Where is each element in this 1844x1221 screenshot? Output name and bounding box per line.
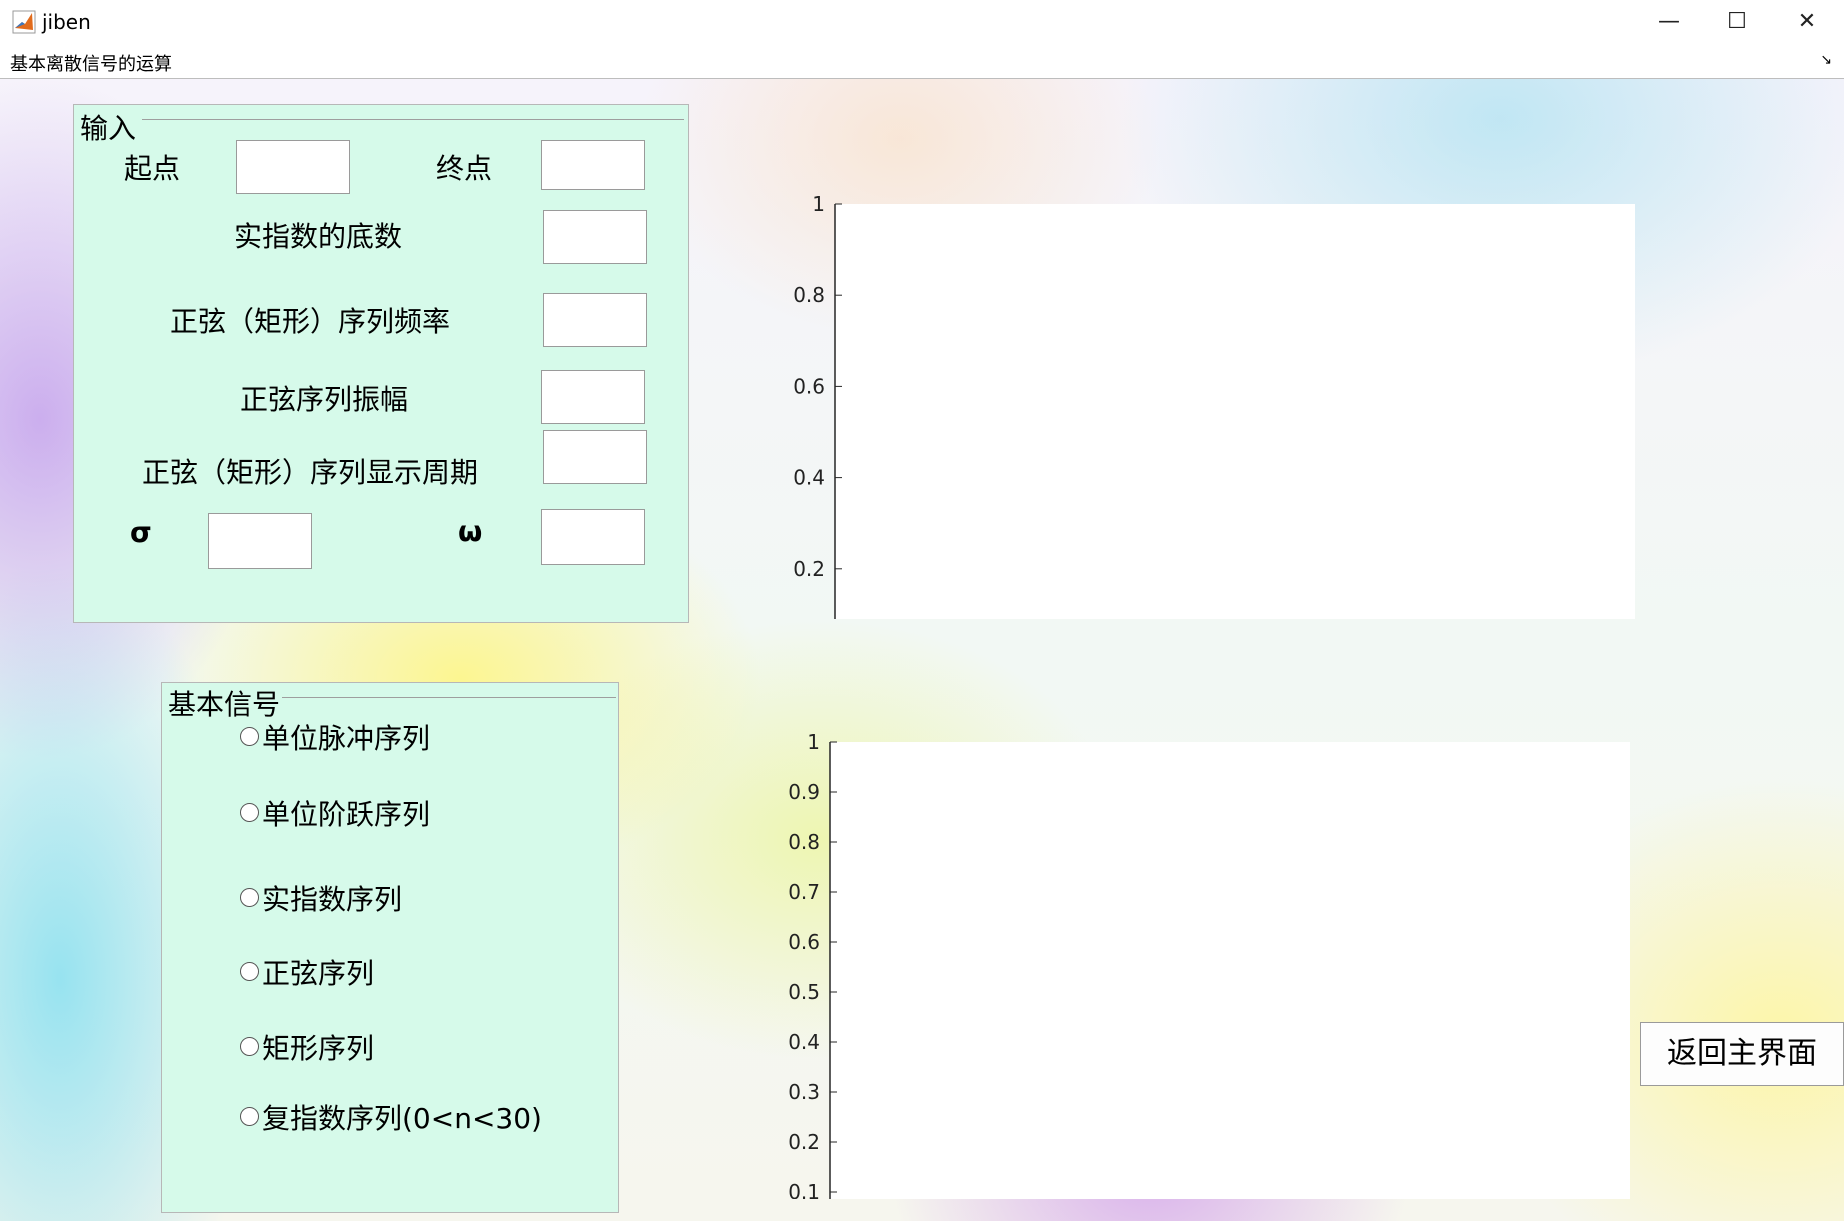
y-tick-label: 0.5 [788,980,820,1004]
figure-canvas: 输入 起点 终点 实指数的底数 正弦（矩形）序列频率 正弦序列振幅 正弦（矩形）… [0,79,1844,1221]
maximize-button[interactable]: ☐ [1702,0,1772,44]
panel-border [142,119,684,120]
start-label: 起点 [124,152,181,185]
radio-complex-exponential[interactable]: 复指数序列(0<n<30) [240,1097,542,1137]
radio-sine[interactable]: 正弦序列 [240,952,374,992]
radio-unit-step[interactable]: 单位阶跃序列 [240,793,430,833]
frequency-input[interactable] [543,293,647,347]
y-tick-label: 0.3 [788,1080,820,1104]
close-button[interactable]: ✕ [1772,0,1842,44]
radio-rectangular[interactable]: 矩形序列 [240,1027,374,1067]
return-main-button[interactable]: 返回主界面 [1640,1022,1844,1086]
radio-circle-icon[interactable] [240,726,259,746]
y-tick-label: 0.1 [788,1180,820,1199]
figure-tab-label[interactable]: 基本离散信号的运算 [10,50,172,76]
y-tick-label: 0.6 [793,374,825,398]
omega-label: ω [458,515,483,548]
amplitude-label: 正弦序列振幅 [240,383,409,416]
radio-circle-icon[interactable] [240,1106,259,1126]
input-panel: 输入 起点 终点 实指数的底数 正弦（矩形）序列频率 正弦序列振幅 正弦（矩形）… [73,104,689,623]
input-panel-title: 输入 [80,112,137,145]
panel-border [282,697,616,698]
radio-real-exponential[interactable]: 实指数序列 [240,878,402,918]
y-tick-label: 0.4 [788,1030,820,1054]
base-label: 实指数的底数 [234,220,403,253]
end-input[interactable] [541,140,645,190]
window-title: jiben [42,10,91,34]
signal-panel: 基本信号 单位脉冲序列 单位阶跃序列 实指数序列 正弦序列 矩形序列 复指数序列… [161,682,619,1213]
radio-circle-icon[interactable] [240,961,259,981]
omega-input[interactable] [541,509,645,565]
y-tick-label: 0.2 [788,1130,820,1154]
undock-icon[interactable]: ↘ [1820,52,1832,68]
y-tick-label: 0.9 [788,780,820,804]
y-tick-label: 0.4 [793,466,825,490]
start-input[interactable] [236,140,350,194]
y-tick-label: 1 [807,730,820,754]
y-tick-label: 0.6 [788,930,820,954]
y-tick-label: 0.2 [793,557,825,581]
title-bar: jiben — ☐ ✕ [0,0,1844,45]
y-tick-label: 0.7 [788,880,820,904]
base-input[interactable] [543,210,647,264]
radio-circle-icon[interactable] [240,887,259,907]
axes-top[interactable]: 00.10.20.30.40.50.60.70.80.9100.20.40.60… [780,109,1660,619]
sigma-label: σ [130,516,152,549]
plot-area [830,742,1630,1199]
minimize-button[interactable]: — [1634,0,1704,44]
frequency-label: 正弦（矩形）序列频率 [170,305,451,338]
radio-circle-icon[interactable] [240,802,259,822]
end-label: 终点 [436,152,493,185]
sigma-input[interactable] [208,513,312,569]
figure-tab-bar: 基本离散信号的运算 ↘ [0,44,1844,79]
period-input[interactable] [543,430,647,484]
amplitude-input[interactable] [541,370,645,424]
period-label: 正弦（矩形）序列显示周期 [142,456,479,489]
y-tick-label: 1 [812,192,825,216]
axes-bottom[interactable]: 00.10.20.30.40.50.60.70.80.9100.10.20.30… [775,649,1655,1199]
plot-area [835,204,1635,619]
radio-circle-icon[interactable] [240,1036,259,1056]
y-tick-label: 0.8 [788,830,820,854]
y-tick-label: 0.8 [793,283,825,307]
matlab-icon [12,10,36,34]
radio-unit-impulse[interactable]: 单位脉冲序列 [240,717,430,757]
